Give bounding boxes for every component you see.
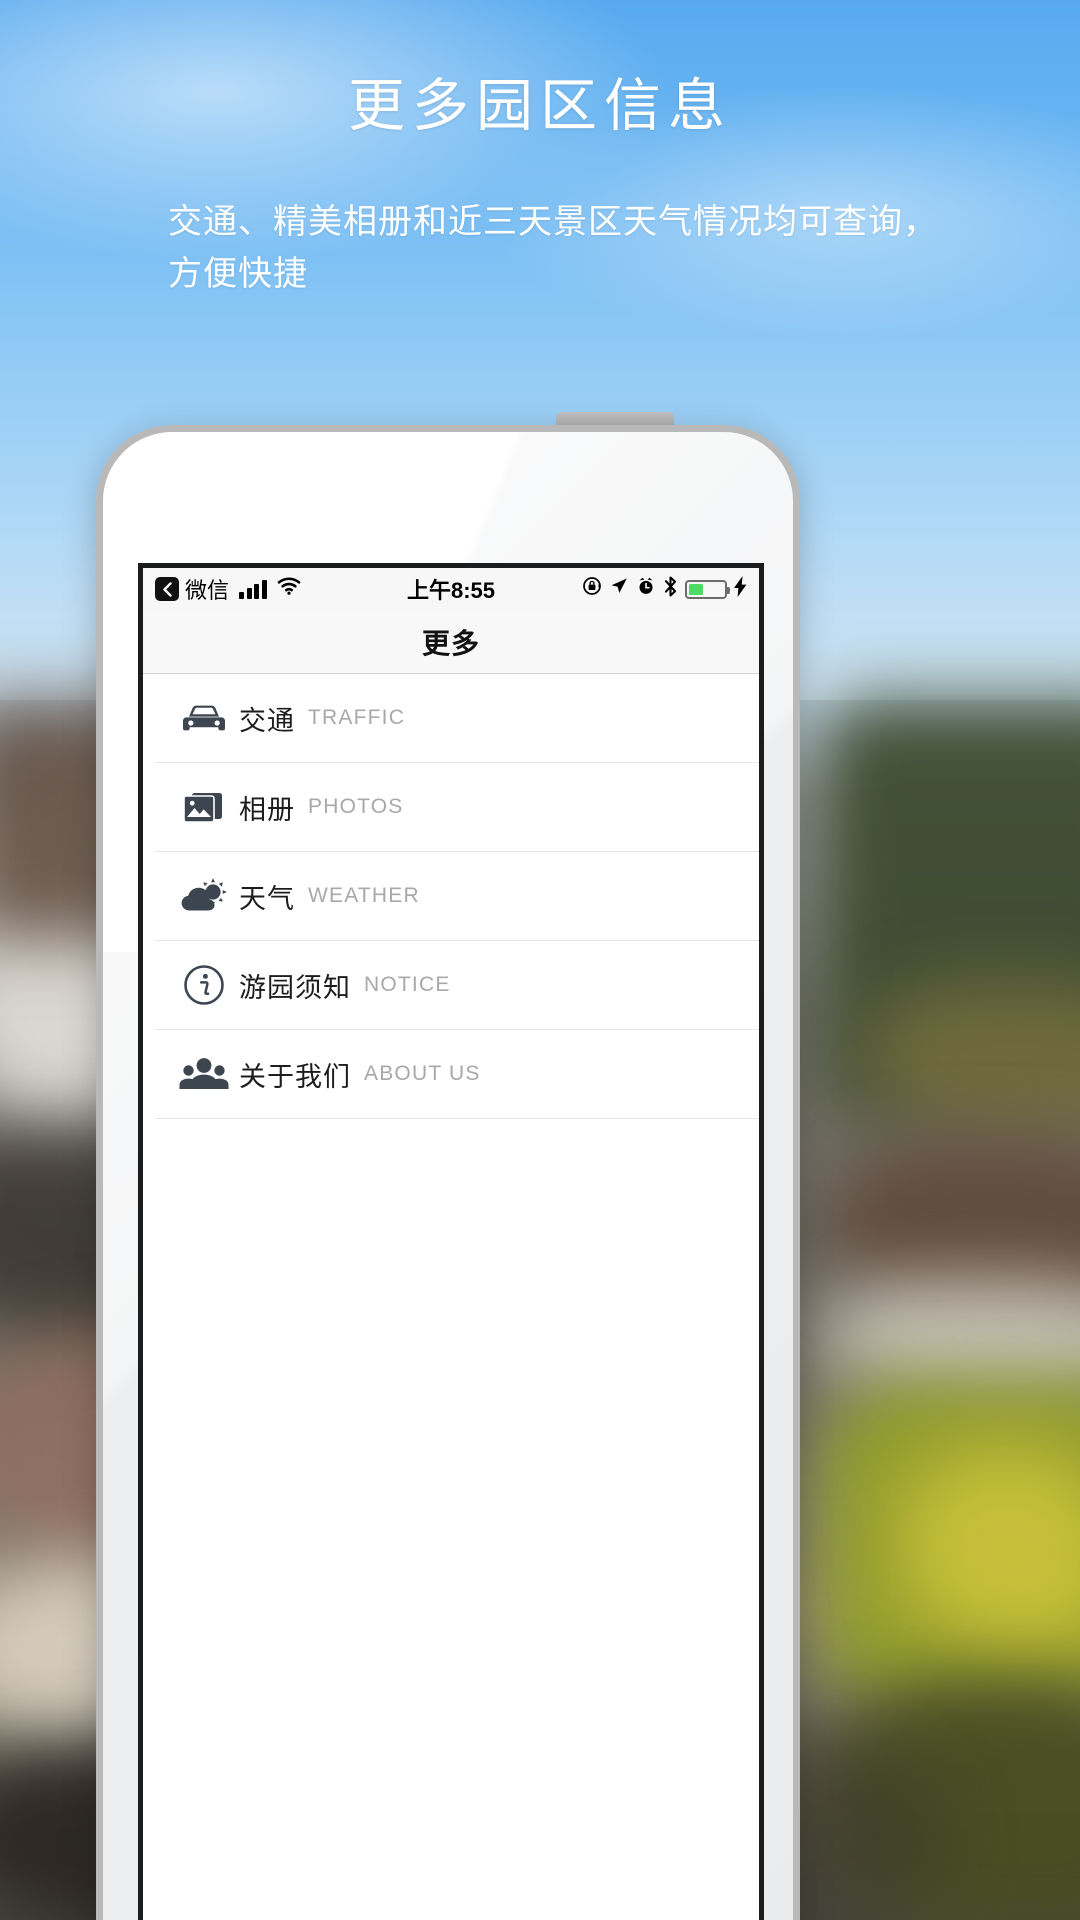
list-item-label-en: PHOTOS (308, 795, 404, 818)
list-item-label-en: WEATHER (308, 884, 420, 907)
list-item-label-en: NOTICE (364, 973, 451, 996)
phone-device: 微信 上午8:55 更多 交通 TRAFFIC 相册 PHOTOS 天气 WEA… (96, 425, 800, 1920)
info-icon (169, 963, 239, 1007)
list-item-about-us[interactable]: 关于我们 ABOUT US (155, 1030, 759, 1119)
list-item-label-cn: 相册 (239, 794, 295, 825)
people-icon (169, 1056, 239, 1092)
list-item-label-en: ABOUT US (364, 1062, 481, 1085)
list-item-label-en: TRAFFIC (308, 706, 406, 729)
car-icon (169, 700, 239, 736)
list-item-label-cn: 交通 (239, 705, 295, 736)
list-item-weather[interactable]: 天气 WEATHER (155, 852, 759, 941)
photos-icon (169, 787, 239, 827)
nav-bar-title: 更多 (421, 627, 480, 659)
list-item-photos[interactable]: 相册 PHOTOS (155, 763, 759, 852)
page-subtitle: 交通、精美相册和近三天景区天气情况均可查询，方便快捷 (168, 202, 938, 294)
weather-icon (169, 876, 239, 916)
list-item-notice[interactable]: 游园须知 NOTICE (155, 941, 759, 1030)
more-menu-list: 交通 TRAFFIC 相册 PHOTOS 天气 WEATHER 游园须知 NOT… (143, 674, 759, 1119)
list-item-label-cn: 关于我们 (239, 1061, 351, 1092)
phone-screen: 微信 上午8:55 更多 交通 TRAFFIC 相册 PHOTOS 天气 WEA… (138, 563, 764, 1920)
list-item-traffic[interactable]: 交通 TRAFFIC (155, 674, 759, 763)
status-bar: 微信 上午8:55 (143, 568, 759, 610)
status-bar-clock: 上午8:55 (406, 578, 496, 603)
list-item-label-cn: 天气 (239, 883, 295, 914)
nav-bar: 更多 (143, 610, 759, 674)
page-title: 更多园区信息 (348, 73, 732, 139)
list-item-label-cn: 游园须知 (239, 972, 351, 1003)
battery-icon (685, 579, 730, 599)
